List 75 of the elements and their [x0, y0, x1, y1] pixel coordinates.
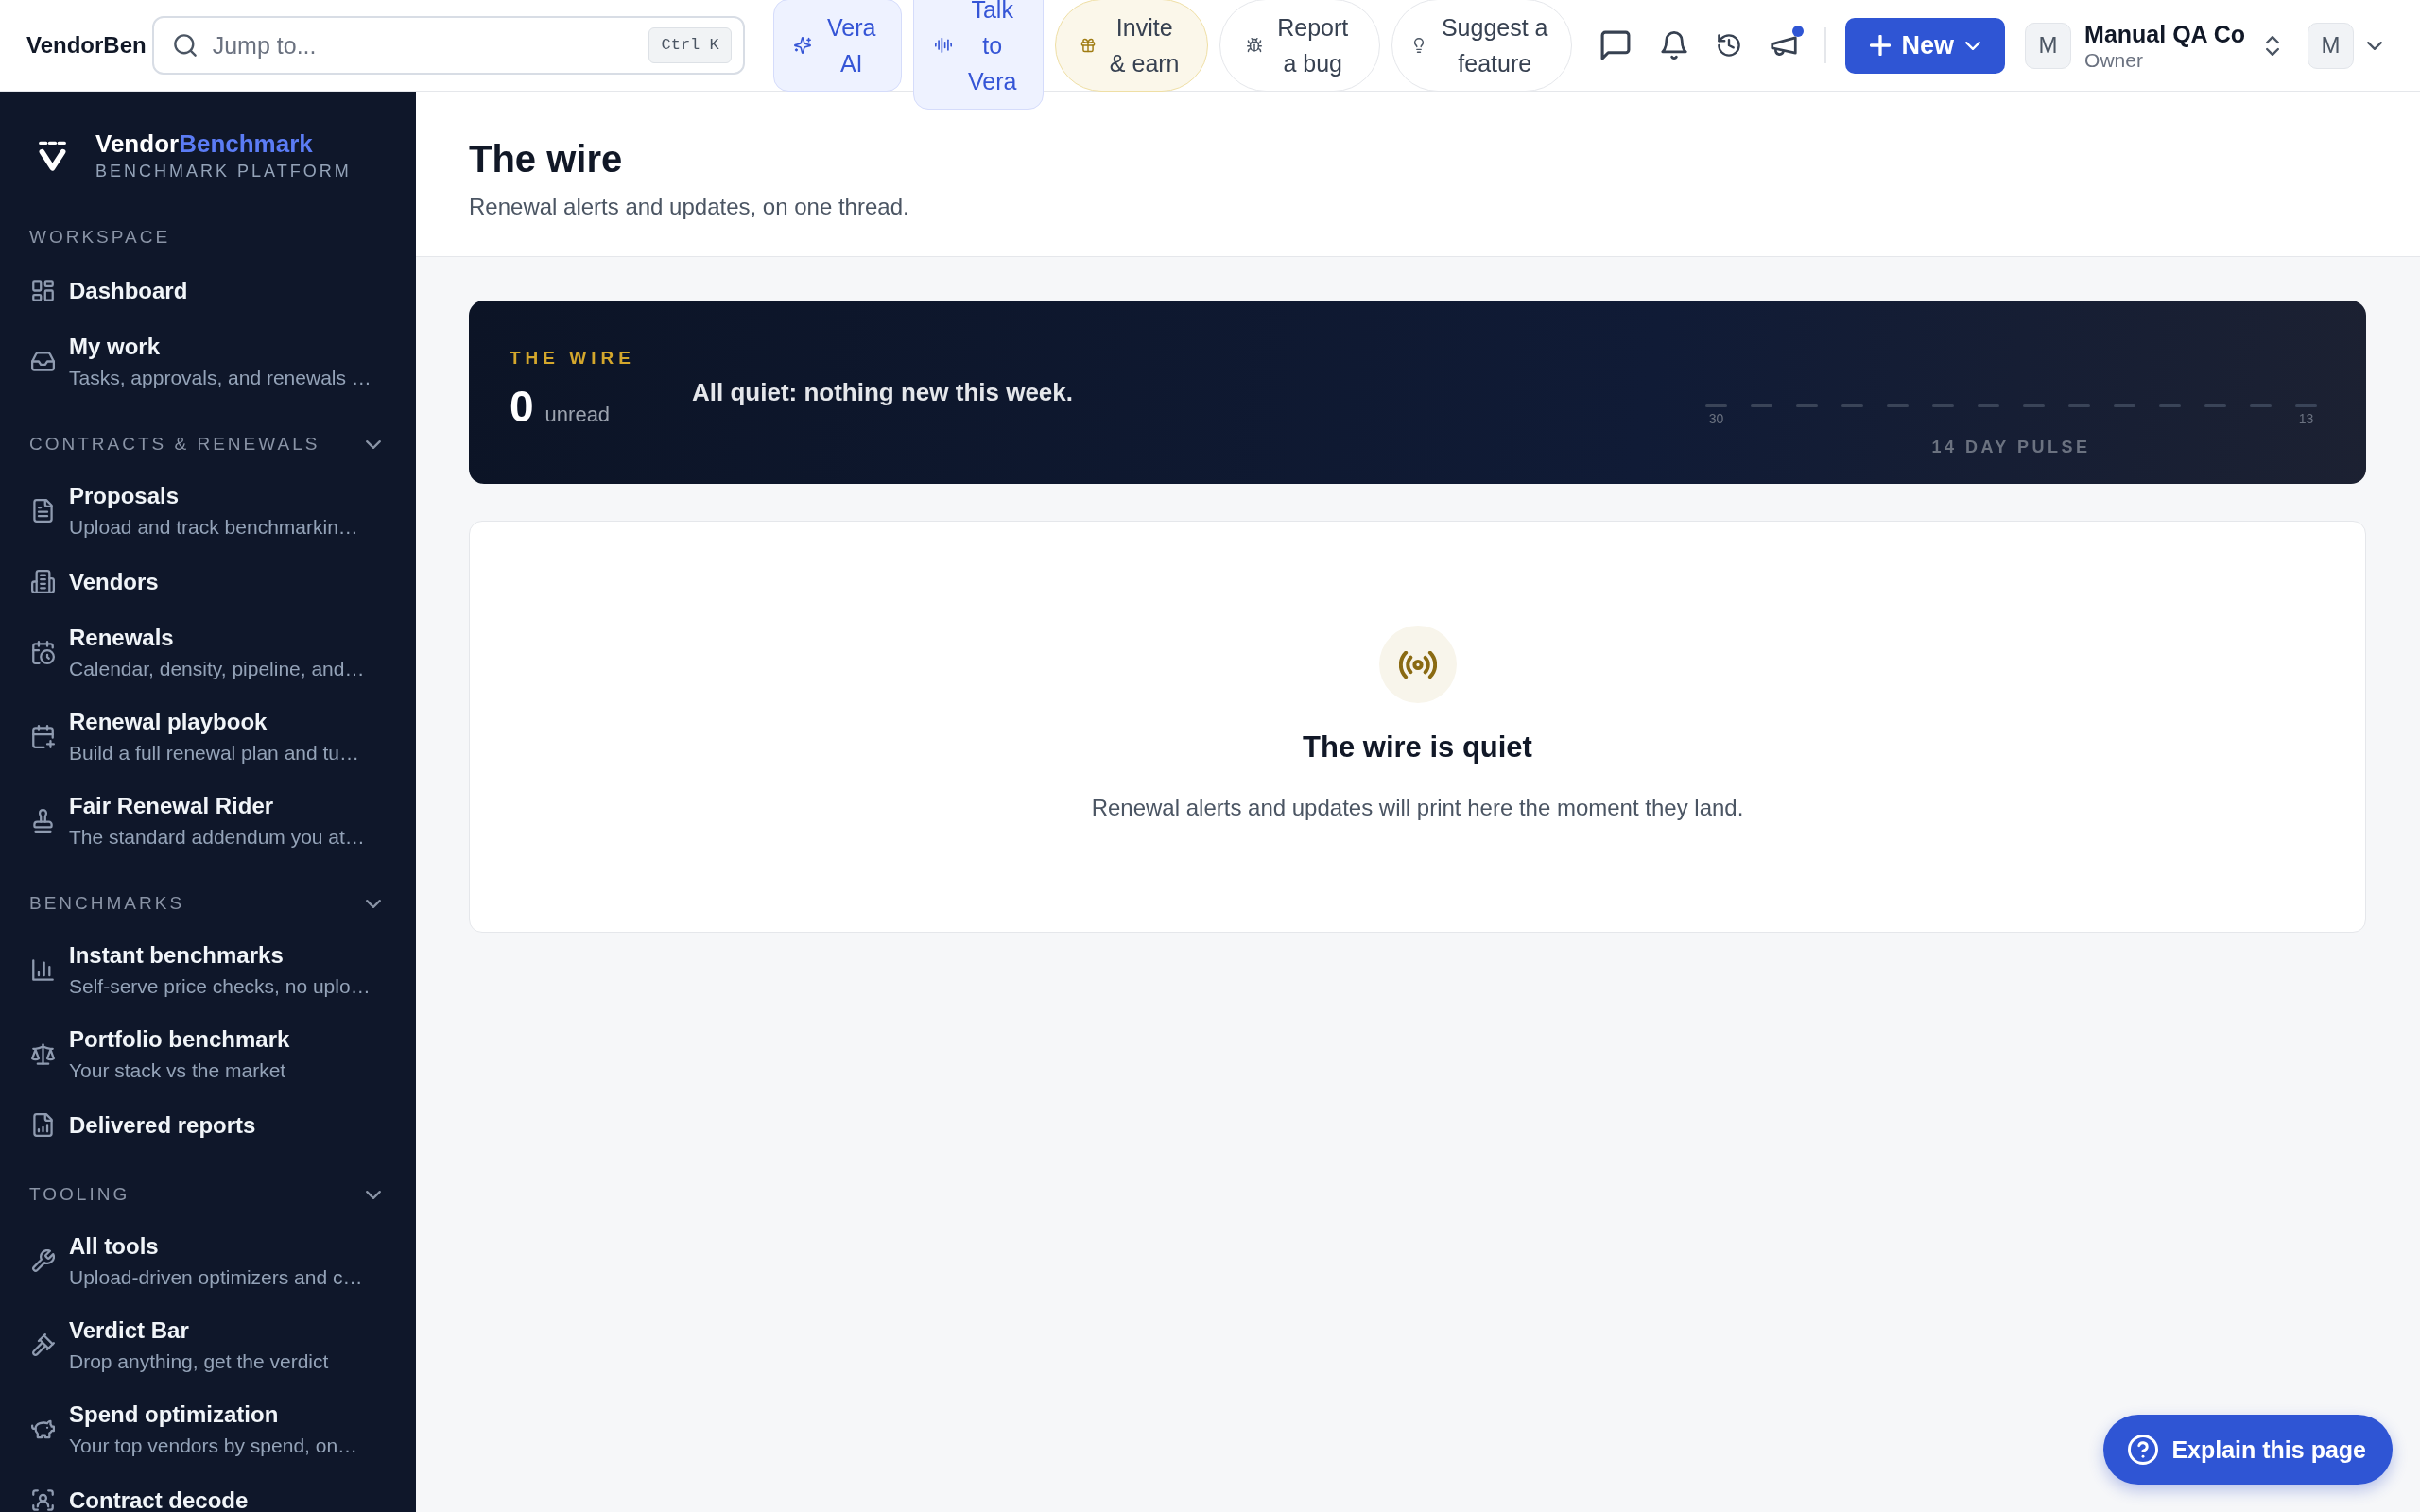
- bug-icon: [1246, 38, 1262, 53]
- chevron-down-icon[interactable]: [2367, 41, 2382, 50]
- workspace-role: Owner: [2084, 47, 2144, 72]
- chevron-down-icon[interactable]: [366, 899, 381, 908]
- invite-button[interactable]: Invite & earn: [1054, 0, 1208, 92]
- sidebar-nav-item[interactable]: Delivered reports: [0, 1096, 416, 1154]
- unread-count: 0: [510, 382, 534, 430]
- status-message: All quiet: nothing new this week.: [692, 377, 1073, 407]
- chat-bubble-icon[interactable]: [1599, 29, 1632, 61]
- pulse-start-label: 30: [1707, 411, 1725, 426]
- pulse-caption: 14 DAY PULSE: [1931, 437, 2091, 458]
- sidebar-nav-item[interactable]: Instant benchmarks Self-serve price checks, no uplo…: [0, 928, 416, 1012]
- inbox-tray-icon: [31, 350, 55, 373]
- gift-icon: [1080, 38, 1096, 53]
- empty-state-message: Renewal alerts and updates will print here the moment they land.: [1091, 794, 1744, 822]
- sparkles-icon: [793, 37, 811, 54]
- sidebar-nav-item[interactable]: Spend optimization Your top vendors by spend, on…: [0, 1387, 416, 1471]
- voice-chat-button[interactable]: Talk to Vera: [912, 0, 1044, 110]
- sidebar-nav-item[interactable]: Portfolio benchmark Your stack vs the market: [0, 1012, 416, 1096]
- plus-icon: [1869, 35, 1891, 56]
- pulse-end-label: 13: [2297, 411, 2315, 426]
- keyboard-shortcut: Ctrl K: [648, 27, 732, 63]
- scales-icon: [31, 1042, 55, 1066]
- workspace-name[interactable]: Manual QA Co: [2084, 19, 2245, 48]
- sidebar-nav-item[interactable]: My work Tasks, approvals, and renewals …: [0, 319, 416, 404]
- gavel-icon: [31, 1333, 55, 1357]
- section-heading: BENCHMARKS: [29, 892, 185, 915]
- empty-state-title: The wire is quiet: [1303, 730, 1532, 765]
- brand-tagline: BENCHMARK PLATFORM: [95, 161, 352, 182]
- unread-label: unread: [544, 401, 611, 428]
- sidebar-nav-item[interactable]: Dashboard: [0, 262, 416, 319]
- sidebar-nav-item[interactable]: Fair Renewal Rider The standard addendum you at…: [0, 779, 416, 863]
- calendar-clock-icon: [31, 641, 55, 664]
- sidebar-nav-item[interactable]: All tools Upload-driven optimizers and c…: [0, 1219, 416, 1303]
- chevron-up-down-icon[interactable]: [2266, 35, 2279, 56]
- page-subtitle: Renewal alerts and updates, on one thread.: [469, 193, 910, 221]
- sidebar-nav-item[interactable]: Proposals Upload and track benchmarkin…: [0, 469, 416, 553]
- sidebar-nav-item[interactable]: Verdict Bar Drop anything, get the verdict: [0, 1303, 416, 1387]
- page-title: The wire: [469, 137, 624, 181]
- brand-name[interactable]: VendorBen: [26, 32, 147, 59]
- suggest-feature-button[interactable]: Suggest a feature: [1391, 0, 1572, 92]
- section-heading: WORKSPACE: [29, 226, 171, 249]
- clock-arrow-icon[interactable]: [1716, 33, 1741, 58]
- calendar-plus-icon: [31, 725, 55, 748]
- scan-frame-icon: [31, 1488, 55, 1512]
- stamp-icon: [31, 809, 55, 833]
- section-heading: CONTRACTS & RENEWALS: [29, 433, 320, 455]
- section-heading: TOOLING: [29, 1183, 130, 1206]
- help-icon: [2128, 1435, 2159, 1465]
- chevron-down-icon: [1965, 41, 1981, 50]
- document-icon: [31, 499, 55, 523]
- grid-icon: [31, 279, 55, 302]
- workspace-avatar[interactable]: M: [2025, 22, 2072, 69]
- banner-eyebrow: THE WIRE: [510, 346, 636, 369]
- bar-chart-icon: [31, 958, 55, 982]
- sidebar-nav-item[interactable]: Vendors: [0, 553, 416, 610]
- sidebar-nav-item[interactable]: Renewals Calendar, density, pipeline, and…: [0, 610, 416, 695]
- audio-wave-icon: [934, 37, 952, 54]
- sidebar-nav-item[interactable]: Renewal playbook Build a full renewal plan and tu…: [0, 695, 416, 779]
- building-icon: [31, 570, 55, 593]
- chart-document-icon: [31, 1113, 55, 1137]
- brand-name: VendorBenchmark: [95, 129, 314, 159]
- assistant-button[interactable]: Vera AI: [772, 0, 902, 92]
- explain-page-button[interactable]: Explain this page: [2103, 1415, 2393, 1485]
- chevron-down-icon[interactable]: [366, 439, 381, 449]
- new-button[interactable]: New: [1844, 17, 2006, 74]
- sidebar-nav-item[interactable]: Contract decode: [0, 1471, 416, 1512]
- bug-report-button[interactable]: Report a bug: [1219, 0, 1380, 92]
- search-icon: [172, 33, 198, 58]
- user-avatar[interactable]: M: [2308, 22, 2354, 69]
- piggy-bank-icon: [31, 1418, 55, 1441]
- wrench-icon: [31, 1249, 55, 1273]
- chevron-down-icon[interactable]: [366, 1190, 381, 1199]
- logo-icon: [38, 140, 67, 172]
- bell-icon[interactable]: [1659, 31, 1688, 60]
